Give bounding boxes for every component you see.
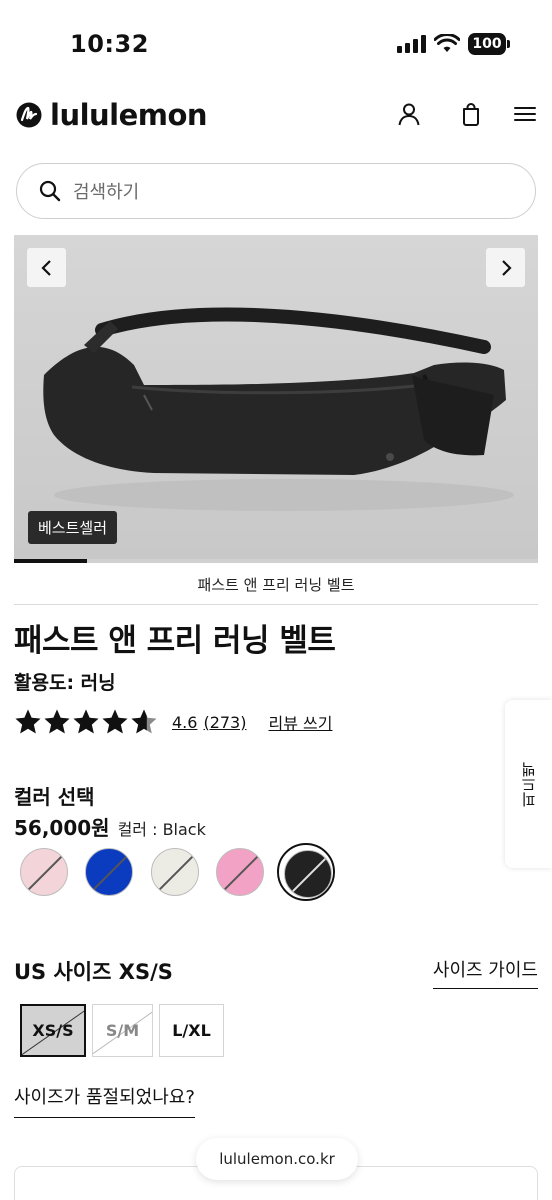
image-caption: 패스트 앤 프리 러닝 벨트 bbox=[197, 576, 355, 594]
selected-color-label: 컬러 : Black bbox=[117, 820, 206, 839]
carousel-progress bbox=[14, 559, 538, 563]
price: 56,000원 bbox=[14, 816, 110, 840]
color-heading: 컬러 선택 bbox=[14, 785, 95, 809]
site-header: lululemon bbox=[0, 90, 552, 140]
browser-url-bar[interactable]: lululemon.co.kr bbox=[196, 1138, 358, 1180]
lululemon-logo-icon bbox=[16, 102, 42, 128]
search-icon bbox=[39, 180, 61, 202]
brand-link[interactable]: lululemon bbox=[16, 98, 208, 132]
feedback-tab-label: 피드백 bbox=[520, 761, 538, 807]
size-option-label: S/M bbox=[105, 1021, 140, 1040]
signal-icon bbox=[397, 35, 426, 53]
battery-indicator: 100 bbox=[468, 33, 510, 55]
size-option-l-xl[interactable]: L/XL bbox=[159, 1004, 224, 1057]
rating-stars bbox=[14, 708, 158, 736]
review-count-link[interactable]: (273) bbox=[203, 713, 246, 732]
write-review-link[interactable]: 리뷰 쓰기 bbox=[268, 710, 332, 734]
size-option-label: L/XL bbox=[172, 1021, 211, 1040]
star-icon bbox=[102, 709, 128, 734]
chevron-left-icon bbox=[40, 259, 51, 276]
price-row: 56,000원 컬러 : Black bbox=[14, 812, 206, 841]
carousel-progress-fill bbox=[14, 559, 88, 563]
shopping-bag-icon[interactable] bbox=[458, 101, 484, 127]
color-swatch-blue[interactable] bbox=[80, 843, 138, 901]
rating-value-link[interactable]: 4.6 bbox=[172, 713, 197, 732]
search-bar[interactable]: 검색하기 bbox=[16, 163, 536, 219]
bestseller-badge: 베스트셀러 bbox=[28, 511, 118, 544]
star-icon bbox=[73, 709, 99, 734]
status-bar: 10:32 100 bbox=[0, 0, 552, 90]
carousel-next-button[interactable] bbox=[486, 248, 525, 287]
product-activity: 활용도: 러닝 bbox=[14, 672, 116, 694]
star-icon bbox=[131, 709, 157, 734]
account-icon[interactable] bbox=[396, 101, 422, 127]
size-guide-link[interactable]: 사이즈 가이드 bbox=[432, 956, 538, 989]
star-icon bbox=[44, 709, 70, 734]
color-swatch-light-pink[interactable] bbox=[15, 843, 73, 901]
size-option-s-m[interactable]: S/M bbox=[92, 1004, 153, 1057]
status-time: 10:32 bbox=[70, 30, 149, 58]
carousel-prev-button[interactable] bbox=[27, 248, 66, 287]
size-option-label: XS/S bbox=[32, 1021, 74, 1040]
status-icons: 100 bbox=[397, 33, 510, 55]
size-option-xs-s[interactable]: XS/S bbox=[20, 1004, 86, 1057]
star-icon bbox=[15, 709, 41, 734]
color-swatch-ivory[interactable] bbox=[146, 843, 204, 901]
wifi-icon bbox=[434, 34, 460, 52]
product-title: 패스트 앤 프리 러닝 벨트 bbox=[14, 623, 336, 659]
rating-row: 4.6 (273) 리뷰 쓰기 bbox=[14, 706, 332, 738]
size-soldout-link[interactable]: 사이즈가 품절되었나요? bbox=[14, 1083, 195, 1118]
product-image-carousel[interactable]: 베스트셀러 bbox=[14, 235, 538, 563]
brand-name: lululemon bbox=[50, 98, 208, 132]
divider bbox=[14, 604, 538, 605]
menu-icon[interactable] bbox=[512, 101, 538, 127]
color-swatch-black[interactable] bbox=[277, 843, 335, 901]
size-heading: US 사이즈 XS/S bbox=[14, 960, 173, 984]
color-swatch-pink[interactable] bbox=[211, 843, 269, 901]
search-input[interactable]: 검색하기 bbox=[73, 178, 139, 204]
feedback-tab[interactable]: 피드백 bbox=[505, 700, 552, 868]
chevron-right-icon bbox=[501, 259, 512, 276]
